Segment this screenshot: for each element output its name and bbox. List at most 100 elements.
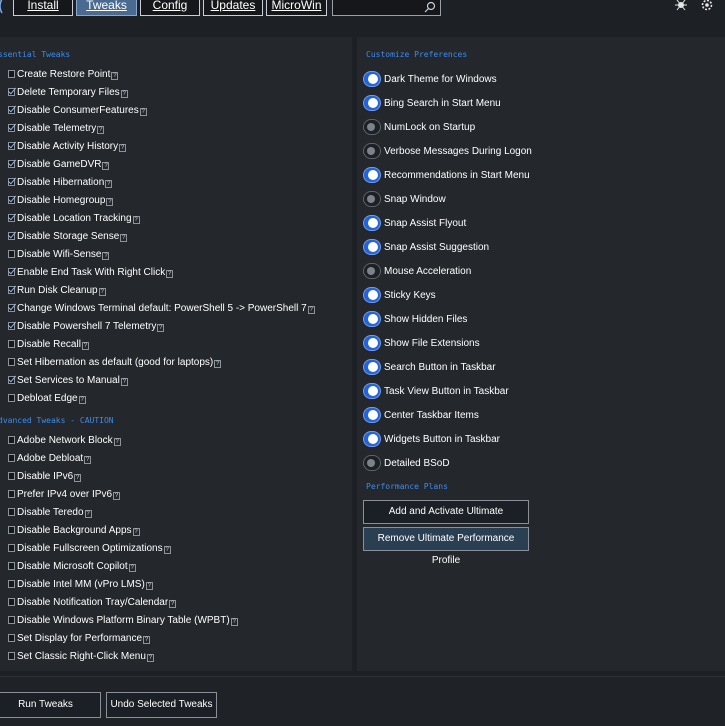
toggle-switch[interactable] [363,95,381,111]
tweak-checkbox-item[interactable]: Run Disk Cleanup? [8,282,106,298]
tweak-checkbox-item[interactable]: Disable Storage Sense? [8,228,128,244]
toggle-switch[interactable] [363,383,381,399]
tweak-checkbox-item[interactable]: Disable ConsumerFeatures? [8,102,147,118]
help-icon[interactable]: ? [98,288,106,296]
checkbox[interactable] [8,214,15,222]
checkbox[interactable] [8,490,15,498]
toggle-switch[interactable] [363,335,381,351]
checkbox[interactable] [8,454,15,462]
toggle-switch[interactable] [363,431,381,447]
help-icon[interactable]: ? [214,360,222,368]
tweak-checkbox-item[interactable]: Set Classic Right-Click Menu? [8,648,154,664]
help-icon[interactable]: ? [78,396,86,404]
toggle-switch[interactable] [363,407,381,423]
checkbox[interactable] [8,580,15,588]
help-icon[interactable]: ? [169,600,177,608]
tweak-checkbox-item[interactable]: Disable Location Tracking? [8,210,140,226]
checkbox[interactable] [8,598,15,606]
checkbox[interactable] [8,88,15,96]
help-icon[interactable]: ? [143,636,151,644]
checkbox[interactable] [8,196,15,204]
help-icon[interactable]: ? [113,492,121,500]
preference-toggle-item[interactable]: Recommendations in Start Menu [363,166,530,184]
help-icon[interactable]: ? [102,162,110,170]
help-icon[interactable]: ? [113,438,121,446]
tweak-checkbox-item[interactable]: Enable End Task With Right Click? [8,264,174,280]
tweak-checkbox-item[interactable]: Disable Homegroup? [8,192,114,208]
checkbox[interactable] [8,340,15,348]
help-icon[interactable]: ? [230,618,238,626]
tweak-checkbox-item[interactable]: Create Restore Point? [8,66,119,82]
checkbox[interactable] [8,472,15,480]
add-ultimate-performance-button[interactable]: Add and Activate Ultimate Performance Pr… [363,500,529,539]
remove-ultimate-performance-button[interactable]: Remove Ultimate Performance Profile [363,527,529,566]
tweak-checkbox-item[interactable]: Debloat Edge? [8,390,86,406]
checkbox[interactable] [8,70,15,78]
tweak-checkbox-item[interactable]: Change Windows Terminal default: PowerSh… [8,300,315,316]
help-icon[interactable]: ? [84,510,92,518]
preference-toggle-item[interactable]: Widgets Button in Taskbar [363,430,500,448]
checkbox[interactable] [8,544,15,552]
help-icon[interactable]: ? [97,126,105,134]
tweak-checkbox-item[interactable]: Disable Teredo? [8,504,92,520]
checkbox[interactable] [8,634,15,642]
tweak-checkbox-item[interactable]: Delete Temporary Files? [8,84,128,100]
help-icon[interactable]: ? [105,180,113,188]
checkbox[interactable] [8,376,15,384]
checkbox[interactable] [8,106,15,114]
checkbox[interactable] [8,358,15,366]
undo-selected-tweaks-button[interactable]: Undo Selected Tweaks [106,692,217,718]
tab-tweaks[interactable]: Tweaks [76,0,137,16]
help-icon[interactable]: ? [163,546,171,554]
toggle-switch[interactable] [363,167,381,183]
checkbox[interactable] [8,508,15,516]
preference-toggle-item[interactable]: Detailed BSoD [363,454,450,472]
tab-microwin[interactable]: MicroWin [266,0,327,16]
tweak-checkbox-item[interactable]: Disable GameDVR? [8,156,110,172]
tweak-checkbox-item[interactable]: Prefer IPv4 over IPv6? [8,486,121,502]
tab-config[interactable]: Config [140,0,200,16]
help-icon[interactable]: ? [111,72,119,80]
tweak-checkbox-item[interactable]: Disable Activity History? [8,138,127,154]
tweak-checkbox-item[interactable]: Disable Intel MM (vPro LMS)? [8,576,153,592]
preference-toggle-item[interactable]: Show Hidden Files [363,310,467,328]
checkbox[interactable] [8,436,15,444]
tweak-checkbox-item[interactable]: Disable IPv6? [8,468,82,484]
checkbox[interactable] [8,394,15,402]
toggle-switch[interactable] [363,239,381,255]
tweak-checkbox-item[interactable]: Disable Fullscreen Optimizations? [8,540,171,556]
checkbox[interactable] [8,268,15,276]
bug-icon[interactable] [674,0,688,17]
checkbox[interactable] [8,616,15,624]
checkbox[interactable] [8,304,15,312]
toggle-switch[interactable] [363,215,381,231]
help-icon[interactable]: ? [102,252,110,260]
tweak-checkbox-item[interactable]: Set Hibernation as default (good for lap… [8,354,222,370]
toggle-switch[interactable] [363,263,381,279]
checkbox[interactable] [8,562,15,570]
tweak-checkbox-item[interactable]: Disable Hibernation? [8,174,113,190]
help-icon[interactable]: ? [157,324,165,332]
help-icon[interactable]: ? [132,528,140,536]
checkbox[interactable] [8,322,15,330]
help-icon[interactable]: ? [145,582,153,590]
tweak-checkbox-item[interactable]: Disable Telemetry? [8,120,105,136]
checkbox[interactable] [8,178,15,186]
preference-toggle-item[interactable]: Bing Search in Start Menu [363,94,501,112]
preference-toggle-item[interactable]: Mouse Acceleration [363,262,471,280]
toggle-switch[interactable] [363,143,381,159]
preference-toggle-item[interactable]: NumLock on Startup [363,118,475,136]
preference-toggle-item[interactable]: Dark Theme for Windows [363,70,497,88]
help-icon[interactable]: ? [307,306,315,314]
tweak-checkbox-item[interactable]: Disable Background Apps? [8,522,140,538]
help-icon[interactable]: ? [132,216,140,224]
preference-toggle-item[interactable]: Sticky Keys [363,286,436,304]
checkbox[interactable] [8,286,15,294]
checkbox[interactable] [8,526,15,534]
preference-toggle-item[interactable]: Task View Button in Taskbar [363,382,509,400]
tweak-checkbox-item[interactable]: Disable Microsoft Copilot? [8,558,136,574]
help-icon[interactable]: ? [84,456,92,464]
checkbox[interactable] [8,232,15,240]
preference-toggle-item[interactable]: Search Button in Taskbar [363,358,496,376]
tab-install[interactable]: Install [13,0,73,16]
